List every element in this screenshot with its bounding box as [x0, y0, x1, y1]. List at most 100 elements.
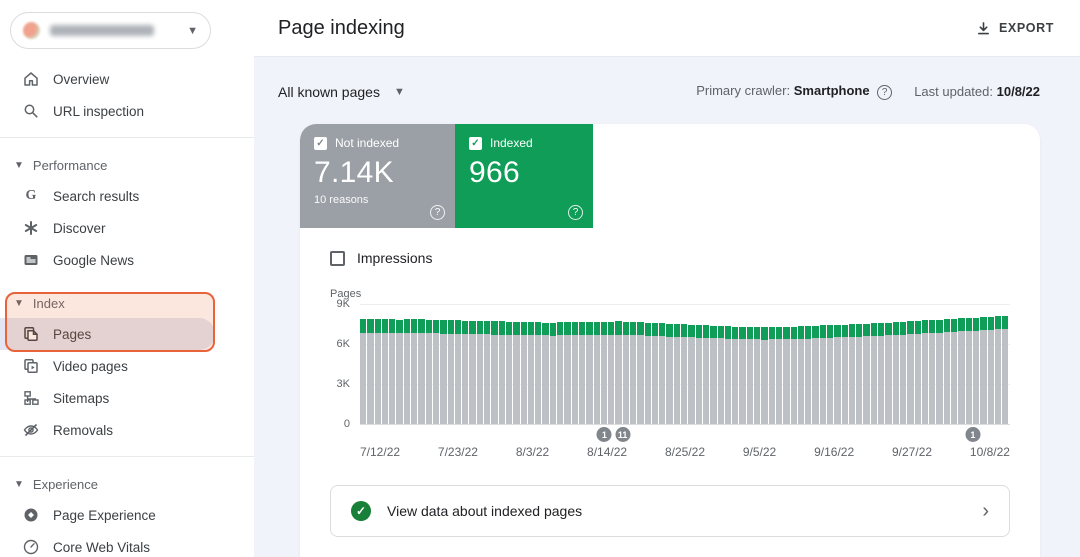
checkbox-checked-icon[interactable]: ✓ — [314, 137, 327, 150]
chart-bar[interactable] — [396, 304, 403, 424]
chart-bar[interactable] — [776, 304, 783, 424]
chart-bar[interactable] — [805, 304, 812, 424]
annotation-badge[interactable]: 11 — [615, 427, 630, 442]
chart-bar[interactable] — [462, 304, 469, 424]
page-type-filter[interactable]: All known pages ▼ — [278, 84, 405, 100]
chart-bar[interactable] — [630, 304, 637, 424]
chart-bar[interactable] — [842, 304, 849, 424]
chart-bar[interactable] — [615, 304, 622, 424]
not-indexed-chip[interactable]: ✓ Not indexed 7.14K 10 reasons ? — [300, 124, 455, 228]
chart-bar[interactable] — [477, 304, 484, 424]
chart-bar[interactable] — [637, 304, 644, 424]
chart-bar[interactable] — [564, 304, 571, 424]
chart-bar[interactable] — [739, 304, 746, 424]
chart-bar[interactable] — [878, 304, 885, 424]
chart-bar[interactable] — [674, 304, 681, 424]
chart-bar[interactable] — [696, 304, 703, 424]
chart-bar[interactable] — [988, 304, 995, 424]
chart-bar[interactable] — [506, 304, 513, 424]
chart-bar[interactable] — [623, 304, 630, 424]
sidebar-item-removals[interactable]: Removals — [0, 414, 254, 446]
sidebar-item-video-pages[interactable]: Video pages — [0, 350, 254, 382]
chart-bar[interactable] — [1002, 304, 1009, 424]
chart-bar[interactable] — [499, 304, 506, 424]
chart-bar[interactable] — [528, 304, 535, 424]
sidebar-item-pages[interactable]: Pages — [0, 318, 215, 350]
chart-bar[interactable] — [856, 304, 863, 424]
sidebar-section-performance[interactable]: ▼ Performance — [0, 150, 254, 180]
chart-bar[interactable] — [557, 304, 564, 424]
chart-bar[interactable] — [936, 304, 943, 424]
chart-bar[interactable] — [404, 304, 411, 424]
chart-bar[interactable] — [681, 304, 688, 424]
chart-bar[interactable] — [703, 304, 710, 424]
chart-bar[interactable] — [915, 304, 922, 424]
chart-bar[interactable] — [375, 304, 382, 424]
chart-bar[interactable] — [666, 304, 673, 424]
chart-bar[interactable] — [433, 304, 440, 424]
chart-bar[interactable] — [754, 304, 761, 424]
chart-bar[interactable] — [980, 304, 987, 424]
chart-bar[interactable] — [863, 304, 870, 424]
chart-bar[interactable] — [798, 304, 805, 424]
chart-bar[interactable] — [572, 304, 579, 424]
sidebar-item-page-experience[interactable]: Page Experience — [0, 499, 254, 531]
export-button[interactable]: EXPORT — [976, 21, 1054, 36]
chart-bar[interactable] — [601, 304, 608, 424]
annotation-badge[interactable]: 1 — [597, 427, 612, 442]
indexed-chip[interactable]: ✓ Indexed 966 ? — [455, 124, 593, 228]
help-icon[interactable]: ? — [430, 205, 445, 220]
chart-bar[interactable] — [900, 304, 907, 424]
chart-bar[interactable] — [761, 304, 768, 424]
impressions-toggle[interactable]: Impressions — [330, 250, 1010, 266]
chart-bar[interactable] — [849, 304, 856, 424]
chart-bar[interactable] — [929, 304, 936, 424]
property-selector[interactable]: ▼ — [10, 12, 211, 49]
chart-bar[interactable] — [484, 304, 491, 424]
chart-bar[interactable] — [652, 304, 659, 424]
chart-bar[interactable] — [367, 304, 374, 424]
sidebar-item-search-results[interactable]: G Search results — [0, 180, 254, 212]
chart-bar[interactable] — [535, 304, 542, 424]
chart-bar[interactable] — [579, 304, 586, 424]
chart-bar[interactable] — [426, 304, 433, 424]
chart-bar[interactable] — [885, 304, 892, 424]
chart-bar[interactable] — [769, 304, 776, 424]
chart-bar[interactable] — [608, 304, 615, 424]
chart-bar[interactable] — [893, 304, 900, 424]
chart-bar[interactable] — [513, 304, 520, 424]
chart-bar[interactable] — [491, 304, 498, 424]
sidebar-section-experience[interactable]: ▼ Experience — [0, 469, 254, 499]
chart-bar[interactable] — [382, 304, 389, 424]
chart-bar[interactable] — [448, 304, 455, 424]
annotation-badge[interactable]: 1 — [965, 427, 980, 442]
sidebar-section-index[interactable]: ▼ Index — [0, 288, 254, 318]
sidebar-item-core-web-vitals[interactable]: Core Web Vitals — [0, 531, 254, 557]
checkbox-checked-icon[interactable]: ✓ — [469, 137, 482, 150]
chart-bar[interactable] — [747, 304, 754, 424]
chart-bar[interactable] — [966, 304, 973, 424]
sidebar-item-overview[interactable]: Overview — [0, 63, 254, 95]
chart-bar[interactable] — [834, 304, 841, 424]
chart-bar[interactable] — [418, 304, 425, 424]
chart-bar[interactable] — [645, 304, 652, 424]
chart-bar[interactable] — [688, 304, 695, 424]
chart-bar[interactable] — [958, 304, 965, 424]
sidebar-item-discover[interactable]: Discover — [0, 212, 254, 244]
chart-bar[interactable] — [783, 304, 790, 424]
chart-bar[interactable] — [973, 304, 980, 424]
chart-bar[interactable] — [594, 304, 601, 424]
chart-bar[interactable] — [995, 304, 1002, 424]
chart-bar[interactable] — [440, 304, 447, 424]
chart-bar[interactable] — [542, 304, 549, 424]
chart-bar[interactable] — [871, 304, 878, 424]
chart-bar[interactable] — [922, 304, 929, 424]
chart-bar[interactable] — [360, 304, 367, 424]
chart-bar[interactable] — [732, 304, 739, 424]
chart-bar[interactable] — [550, 304, 557, 424]
chart-bar[interactable] — [951, 304, 958, 424]
chart-bar[interactable] — [469, 304, 476, 424]
chart-bar[interactable] — [659, 304, 666, 424]
sidebar-item-google-news[interactable]: Google News — [0, 244, 254, 276]
chart-bar[interactable] — [710, 304, 717, 424]
